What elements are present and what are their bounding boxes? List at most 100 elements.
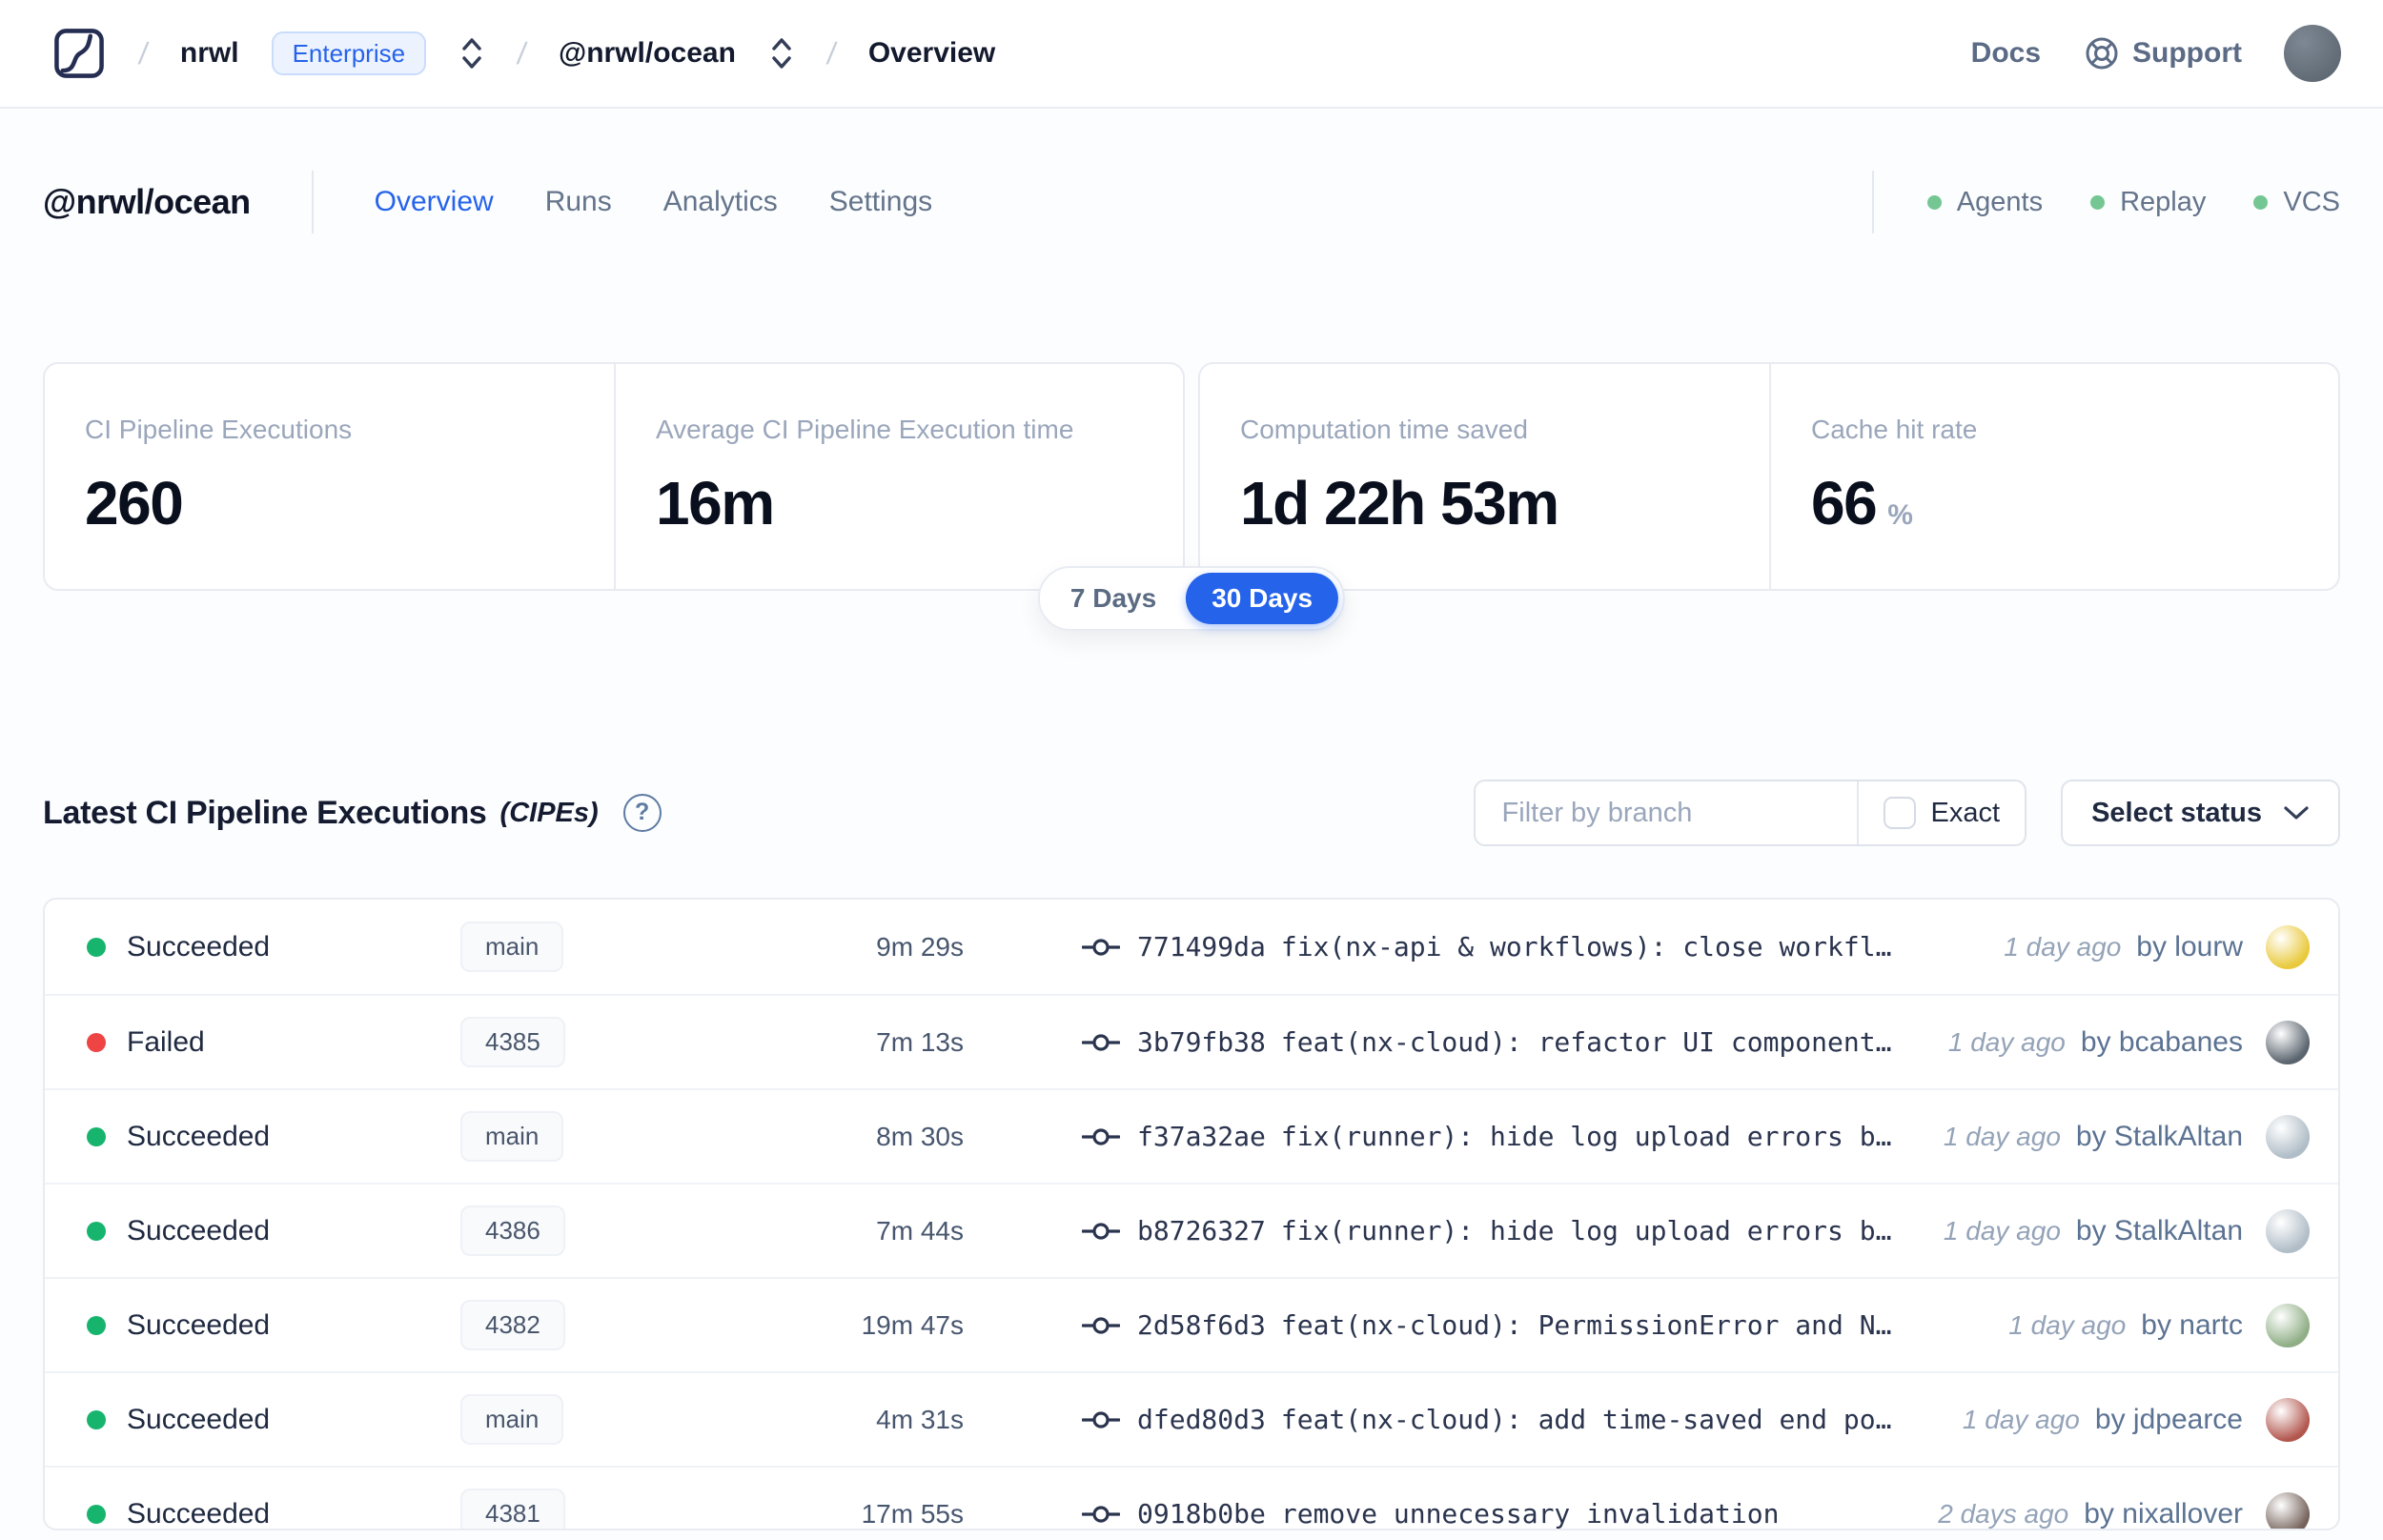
range-option-30-days[interactable]: 30 Days — [1186, 573, 1339, 624]
cipes-title: Latest CI Pipeline Executions — [43, 794, 487, 831]
author-avatar[interactable] — [2266, 924, 2310, 969]
commit-hash: 0918b0be — [1137, 1498, 1266, 1530]
exact-checkbox[interactable] — [1883, 797, 1916, 829]
commit-message[interactable]: b8726327 fix(runner): hide log upload err… — [1137, 1215, 1891, 1246]
status-label: Succeeded — [127, 1214, 271, 1246]
git-commit-icon — [1082, 1033, 1120, 1051]
cipe-row[interactable]: Succeeded main 4m 31s dfed80d3 feat(nx-cl… — [45, 1371, 2338, 1466]
author-avatar[interactable] — [2266, 1208, 2310, 1253]
tab-analytics[interactable]: Analytics — [663, 186, 778, 218]
git-commit-icon — [1082, 938, 1120, 956]
stat-value-suffix: % — [1887, 499, 1913, 531]
commit-message[interactable]: f37a32ae fix(runner): hide log upload err… — [1137, 1121, 1891, 1152]
stat-label: CI Pipeline Executions — [85, 415, 353, 444]
commit-message[interactable]: 3b79fb38 feat(nx-cloud): refactor UI comp… — [1137, 1026, 1891, 1058]
branch-chip[interactable]: main — [460, 922, 564, 972]
duration-label: 17m 55s — [861, 1498, 964, 1529]
status-replay[interactable]: Replay — [2090, 187, 2206, 218]
branch-chip[interactable]: 4385 — [460, 1017, 565, 1067]
git-commit-icon — [1082, 1222, 1120, 1240]
top-navbar: / nrwl Enterprise / @nrwl/ocean / Overvi… — [0, 0, 2383, 109]
cipe-row[interactable]: Succeeded main 8m 30s f37a32ae fix(runner… — [45, 1088, 2338, 1183]
status-select-dropdown[interactable]: Select status — [2061, 780, 2340, 846]
commit-hash: 3b79fb38 — [1137, 1026, 1266, 1058]
life-buoy-icon — [2086, 37, 2118, 70]
duration-label: 9m 29s — [876, 931, 964, 962]
breadcrumb-separator: / — [825, 35, 839, 71]
status-label: Failed — [127, 1025, 205, 1058]
tab-runs[interactable]: Runs — [545, 186, 612, 218]
commit-message[interactable]: dfed80d3 feat(nx-cloud): add time-saved e… — [1137, 1404, 1891, 1435]
commit-message[interactable]: 0918b0be remove unnecessary invalidation — [1137, 1498, 1779, 1530]
stat-value: 260 — [85, 469, 184, 537]
commit-subject: fix(runner): hide log upload errors b… — [1280, 1121, 1892, 1152]
tab-settings[interactable]: Settings — [829, 186, 932, 218]
breadcrumb-separator: / — [136, 35, 151, 71]
cipe-row[interactable]: Succeeded main 9m 29s 771499da fix(nx-api… — [45, 900, 2338, 994]
stat-label: Average CI Pipeline Execution time — [656, 415, 1074, 444]
branch-filter-input[interactable] — [1475, 781, 1857, 844]
commit-subject: feat(nx-cloud): refactor UI component… — [1280, 1026, 1892, 1058]
git-commit-icon — [1082, 1410, 1120, 1429]
breadcrumb-org[interactable]: nrwl — [180, 37, 239, 70]
stat-computation-time-saved: Computation time saved 1d 22h 53m — [1200, 364, 1769, 589]
org-switcher-chevron-icon[interactable] — [458, 32, 485, 74]
exact-filter: Exact — [1856, 781, 2026, 844]
breadcrumb-workspace[interactable]: @nrwl/ocean — [559, 37, 736, 70]
green-dot-icon — [2090, 194, 2106, 210]
branch-chip[interactable]: 4382 — [460, 1300, 565, 1350]
range-option-7-days[interactable]: 7 Days — [1045, 573, 1182, 624]
git-commit-icon — [1082, 1316, 1120, 1334]
cipe-row[interactable]: Succeeded 4382 19m 47s 2d58f6d3 feat(nx-c… — [45, 1277, 2338, 1371]
status-dot — [87, 1409, 106, 1429]
cipe-row[interactable]: Succeeded 4386 7m 44s b8726327 fix(runner… — [45, 1183, 2338, 1277]
status-dot — [87, 1315, 106, 1335]
author-avatar[interactable] — [2266, 1020, 2310, 1064]
status-select-label: Select status — [2091, 797, 2262, 828]
branch-chip[interactable]: main — [460, 1394, 564, 1445]
support-link[interactable]: Support — [2083, 34, 2242, 72]
support-label: Support — [2132, 37, 2242, 69]
docs-link[interactable]: Docs — [1971, 37, 2041, 70]
stat-label: Computation time saved — [1240, 415, 1528, 444]
commit-message[interactable]: 771499da fix(nx-api & workflows): close w… — [1137, 931, 1891, 962]
author-label: by lourw — [2136, 930, 2243, 962]
time-ago-label: 1 day ago — [1947, 1026, 2066, 1057]
branch-chip[interactable]: 4386 — [460, 1206, 565, 1256]
author-label: by nartc — [2141, 1308, 2243, 1341]
nx-cloud-logo-icon[interactable] — [51, 26, 107, 81]
status-label: Succeeded — [127, 1308, 271, 1341]
git-commit-icon — [1082, 1505, 1120, 1523]
commit-hash: 771499da — [1137, 931, 1266, 962]
stat-value: 1d 22h 53m — [1240, 469, 1559, 537]
status-replay-label: Replay — [2120, 186, 2207, 217]
branch-filter-group: Exact — [1473, 780, 2027, 846]
help-icon[interactable]: ? — [622, 794, 662, 832]
author-label: by jdpearce — [2094, 1403, 2243, 1435]
enterprise-badge: Enterprise — [271, 31, 427, 75]
author-avatar[interactable] — [2266, 1114, 2310, 1159]
time-ago-label: 1 day ago — [1943, 1121, 2061, 1151]
author-label: by StalkAltan — [2075, 1120, 2243, 1152]
branch-chip[interactable]: main — [460, 1111, 564, 1162]
author-avatar[interactable] — [2266, 1397, 2310, 1442]
chevron-down-icon — [2284, 806, 2309, 820]
status-vcs-label: VCS — [2283, 186, 2340, 217]
author-avatar[interactable] — [2266, 1303, 2310, 1348]
cipe-row[interactable]: Failed 4385 7m 13s 3b79fb38 feat(nx-cloud… — [45, 994, 2338, 1088]
time-ago-label: 2 days ago — [1938, 1498, 2069, 1529]
author-avatar[interactable] — [2266, 1491, 2310, 1529]
workspace-switcher-chevron-icon[interactable] — [768, 32, 795, 74]
duration-label: 8m 30s — [876, 1121, 964, 1151]
author-label: by StalkAltan — [2075, 1214, 2243, 1246]
commit-subject: feat(nx-cloud): add time-saved end po… — [1280, 1404, 1892, 1435]
status-agents[interactable]: Agents — [1926, 187, 2043, 218]
author-label: by nixallover — [2084, 1497, 2243, 1530]
status-vcs[interactable]: VCS — [2253, 187, 2340, 218]
commit-message[interactable]: 2d58f6d3 feat(nx-cloud): PermissionError … — [1137, 1309, 1891, 1341]
cipe-row[interactable]: Succeeded 4381 17m 55s 0918b0be remove un… — [45, 1466, 2338, 1530]
user-avatar[interactable] — [2284, 25, 2341, 82]
tab-overview[interactable]: Overview — [375, 186, 494, 218]
stats-section: CI Pipeline Executions 260 Average CI Pi… — [43, 362, 2340, 631]
branch-chip[interactable]: 4381 — [460, 1489, 565, 1529]
